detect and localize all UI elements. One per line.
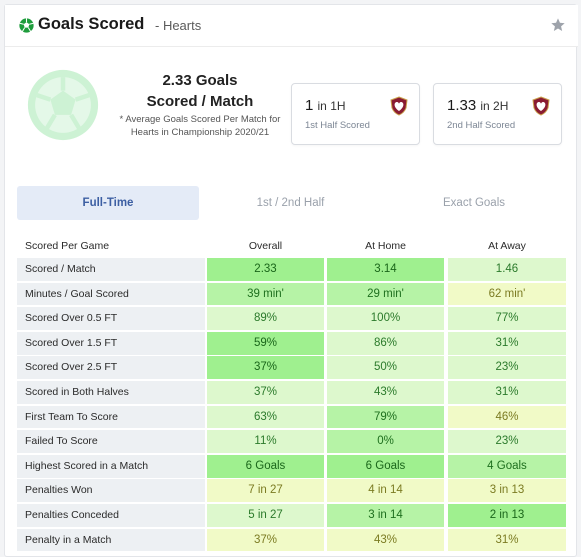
second-half-value: 1.33 <box>447 97 477 114</box>
home-cell: 86% <box>327 331 444 355</box>
row-label: Penalty in a Match <box>17 528 205 552</box>
header-at-home: At Home <box>365 240 406 252</box>
table-row: First Team To Score 63% 79% 46% <box>17 405 566 431</box>
away-cell: 62 min' <box>448 282 566 306</box>
away-cell: 31% <box>448 381 566 404</box>
widget-title: Goals Scored <box>38 15 145 33</box>
team-subtitle: - Hearts <box>155 18 202 33</box>
second-half-label: 2nd Half Scored <box>447 120 516 131</box>
home-cell: 50% <box>327 356 444 380</box>
row-label: Highest Scored in a Match <box>17 454 205 478</box>
away-cell: 23% <box>448 356 566 380</box>
hearts-crest-icon <box>390 96 408 116</box>
description-line1: * Average Goals Scored Per Match for <box>119 114 281 125</box>
home-cell: 3.14 <box>327 258 444 281</box>
first-half-label: 1st Half Scored <box>305 120 370 131</box>
tab-full-time[interactable]: Full-Time <box>17 186 199 220</box>
table-row: Highest Scored in a Match 6 Goals 6 Goals 4… <box>17 454 566 480</box>
large-soccer-ball-icon <box>27 69 99 141</box>
away-cell: 46% <box>448 405 566 429</box>
table-row: Scored in Both Halves 37% 43% 31% <box>17 381 566 406</box>
home-cell: 79% <box>327 405 444 429</box>
home-cell: 3 in 14 <box>327 504 444 527</box>
average-goals-description: * Average Goals Scored Per Match for Hea… <box>110 113 290 139</box>
row-label: Scored Over 1.5 FT <box>17 331 205 355</box>
away-cell: 3 in 13 <box>448 479 566 503</box>
overall-cell: 37% <box>207 381 324 404</box>
home-cell: 43% <box>327 381 444 404</box>
header-overall: Overall <box>248 240 283 252</box>
average-goals-line1: 2.33 Goals <box>162 72 238 89</box>
first-half-card: 1 in 1H 1st Half Scored <box>291 83 420 145</box>
overall-cell: 37% <box>207 356 324 380</box>
row-label: Scored Over 0.5 FT <box>17 307 205 330</box>
away-cell: 2 in 13 <box>448 504 566 527</box>
overall-cell: 63% <box>207 405 324 429</box>
average-goals-line2: Scored / Match <box>146 93 254 110</box>
row-label: First Team To Score <box>17 405 205 429</box>
table-row: Scored / Match 2.33 3.14 1.46 <box>17 258 566 283</box>
row-label: Scored / Match <box>17 258 205 281</box>
description-line2: Hearts in Championship 2020/21 <box>130 127 270 138</box>
home-cell: 4 in 14 <box>327 479 444 503</box>
away-cell: 1.46 <box>448 258 566 281</box>
row-label: Failed To Score <box>17 430 205 453</box>
overall-cell: 2.33 <box>207 258 324 281</box>
row-label: Penalties Conceded <box>17 504 205 527</box>
away-cell: 23% <box>448 430 566 453</box>
period-tabs: Full-Time 1st / 2nd Half Exact Goals <box>17 186 566 220</box>
overall-cell: 5 in 27 <box>207 504 324 527</box>
hearts-crest-icon <box>532 96 550 116</box>
table-row: Scored Over 2.5 FT 37% 50% 23% <box>17 356 566 381</box>
overall-cell: 7 in 27 <box>207 479 324 503</box>
overall-cell: 37% <box>207 528 324 552</box>
average-goals-value: 2.33 Goals Scored / Match <box>110 70 290 112</box>
row-label: Scored Over 2.5 FT <box>17 356 205 380</box>
table-row: Penalties Conceded 5 in 27 3 in 14 2 in 13 <box>17 504 566 529</box>
summary-section: 2.33 Goals Scored / Match * Average Goal… <box>5 55 578 165</box>
home-cell: 0% <box>327 430 444 453</box>
table-row: Scored Over 0.5 FT 89% 100% 77% <box>17 307 566 332</box>
table-row: Failed To Score 11% 0% 23% <box>17 430 566 455</box>
away-cell: 31% <box>448 331 566 355</box>
soccer-ball-icon <box>19 18 34 33</box>
overall-cell: 39 min' <box>207 282 324 306</box>
tab-exact-goals[interactable]: Exact Goals <box>382 186 566 220</box>
row-label: Scored in Both Halves <box>17 381 205 404</box>
first-half-value: 1 <box>305 97 314 114</box>
table-row: Scored Over 1.5 FT 59% 86% 31% <box>17 331 566 357</box>
favorite-star-icon[interactable] <box>550 17 566 33</box>
row-label: Penalties Won <box>17 479 205 503</box>
row-label: Minutes / Goal Scored <box>17 282 205 306</box>
overall-cell: 59% <box>207 331 324 355</box>
away-cell: 77% <box>448 307 566 330</box>
tab-first-second-half[interactable]: 1st / 2nd Half <box>199 186 382 220</box>
second-half-suffix: in 2H <box>480 99 509 113</box>
widget-header: Goals Scored - Hearts <box>5 5 578 47</box>
header-stat: Scored Per Game <box>25 240 110 252</box>
table-row: Minutes / Goal Scored 39 min' 29 min' 62 mi… <box>17 282 566 308</box>
table-row: Penalty in a Match 37% 43% 31% <box>17 528 566 554</box>
home-cell: 43% <box>327 528 444 552</box>
table-row: Penalties Won 7 in 27 4 in 14 3 in 13 <box>17 479 566 504</box>
overall-cell: 6 Goals <box>207 454 324 478</box>
overall-cell: 89% <box>207 307 324 330</box>
home-cell: 6 Goals <box>327 454 444 478</box>
table-header: Scored Per Game Overall At Home At Away <box>17 234 566 258</box>
home-cell: 100% <box>327 307 444 330</box>
second-half-card: 1.33 in 2H 2nd Half Scored <box>433 83 562 145</box>
first-half-suffix: in 1H <box>317 99 346 113</box>
overall-cell: 11% <box>207 430 324 453</box>
header-at-away: At Away <box>488 240 526 252</box>
away-cell: 4 Goals <box>448 454 566 478</box>
home-cell: 29 min' <box>327 282 444 306</box>
away-cell: 31% <box>448 528 566 552</box>
goals-scored-widget: Goals Scored - Hearts 2.33 Goals Scored … <box>4 4 578 557</box>
